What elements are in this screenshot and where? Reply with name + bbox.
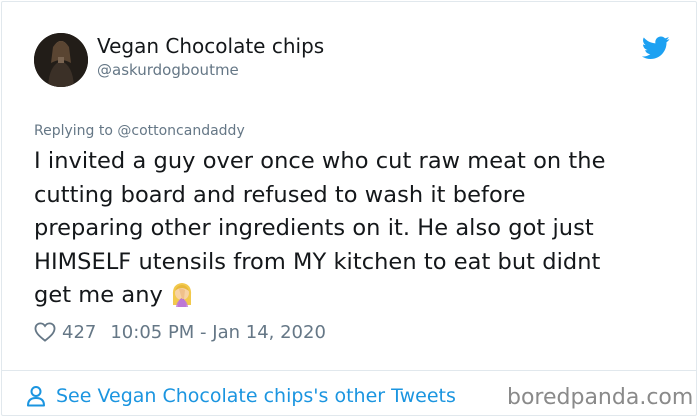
replying-to[interactable]: Replying to @cottoncandaddy (34, 122, 245, 140)
tweet-meta: 427 10:05 PM - Jan 14, 2020 (34, 320, 326, 344)
tweet-text-line: HIMSELF utensils from MY kitchen to eat … (34, 248, 601, 275)
woman-facepalming-emoji (172, 283, 191, 307)
heart-icon[interactable] (34, 322, 56, 342)
timestamp[interactable]: 10:05 PM - Jan 14, 2020 (110, 322, 326, 343)
tweet-text-line-last: get me any (34, 279, 674, 313)
tweet-text: I invited a guy over once who cut raw me… (34, 145, 674, 313)
user-handle[interactable]: @askurdogboutme (97, 60, 239, 80)
tweet-text-line: cutting board and refused to wash it bef… (34, 181, 526, 208)
avatar[interactable] (34, 33, 88, 87)
like-count: 427 (62, 321, 97, 343)
tweet-text-line: preparing other ingredients on it. He al… (34, 215, 594, 241)
tweet-text-line: I invited a guy over once who cut raw me… (34, 148, 606, 174)
twitter-bird-icon[interactable] (642, 36, 670, 60)
see-other-tweets-label: See Vegan Chocolate chips's other Tweets (56, 385, 456, 407)
watermark: boredpanda.com (507, 385, 694, 410)
tweet-text-last-words: get me any (34, 282, 163, 308)
tweet-card: Vegan Chocolate chips @askurdogboutme Re… (1, 1, 697, 416)
display-name[interactable]: Vegan Chocolate chips (97, 33, 324, 59)
user-icon (27, 386, 45, 407)
see-other-tweets-link[interactable]: See Vegan Chocolate chips's other Tweets (26, 383, 456, 409)
divider (2, 370, 696, 371)
